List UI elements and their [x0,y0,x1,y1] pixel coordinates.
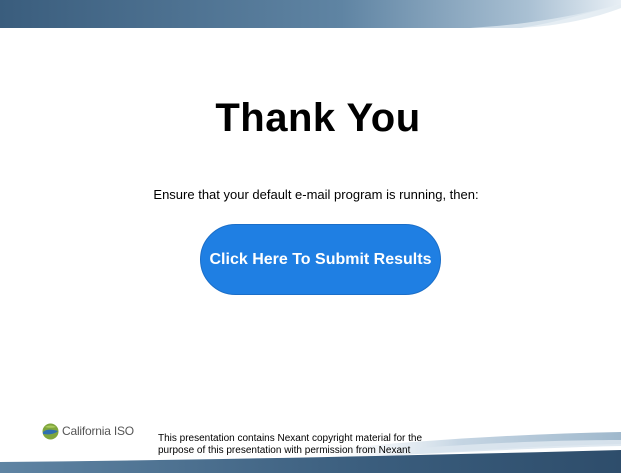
instruction-text: Ensure that your default e-mail program … [153,187,479,202]
california-iso-logo-icon [42,423,59,439]
top-banner [0,0,621,28]
copyright-line-1: This presentation contains Nexant copyri… [158,433,423,444]
copyright-line-2: purpose of this presentation with permis… [158,445,411,456]
submit-results-button[interactable]: Click Here To Submit Results [200,224,441,295]
california-iso-logo: California ISO [42,421,134,441]
copyright-note: This presentation contains Nexant copyri… [158,433,478,457]
slide: Thank You Ensure that your default e-mai… [0,0,621,473]
logo-text: California ISO [62,424,134,438]
page-title: Thank You [215,96,421,140]
submit-results-label: Click Here To Submit Results [209,250,432,268]
